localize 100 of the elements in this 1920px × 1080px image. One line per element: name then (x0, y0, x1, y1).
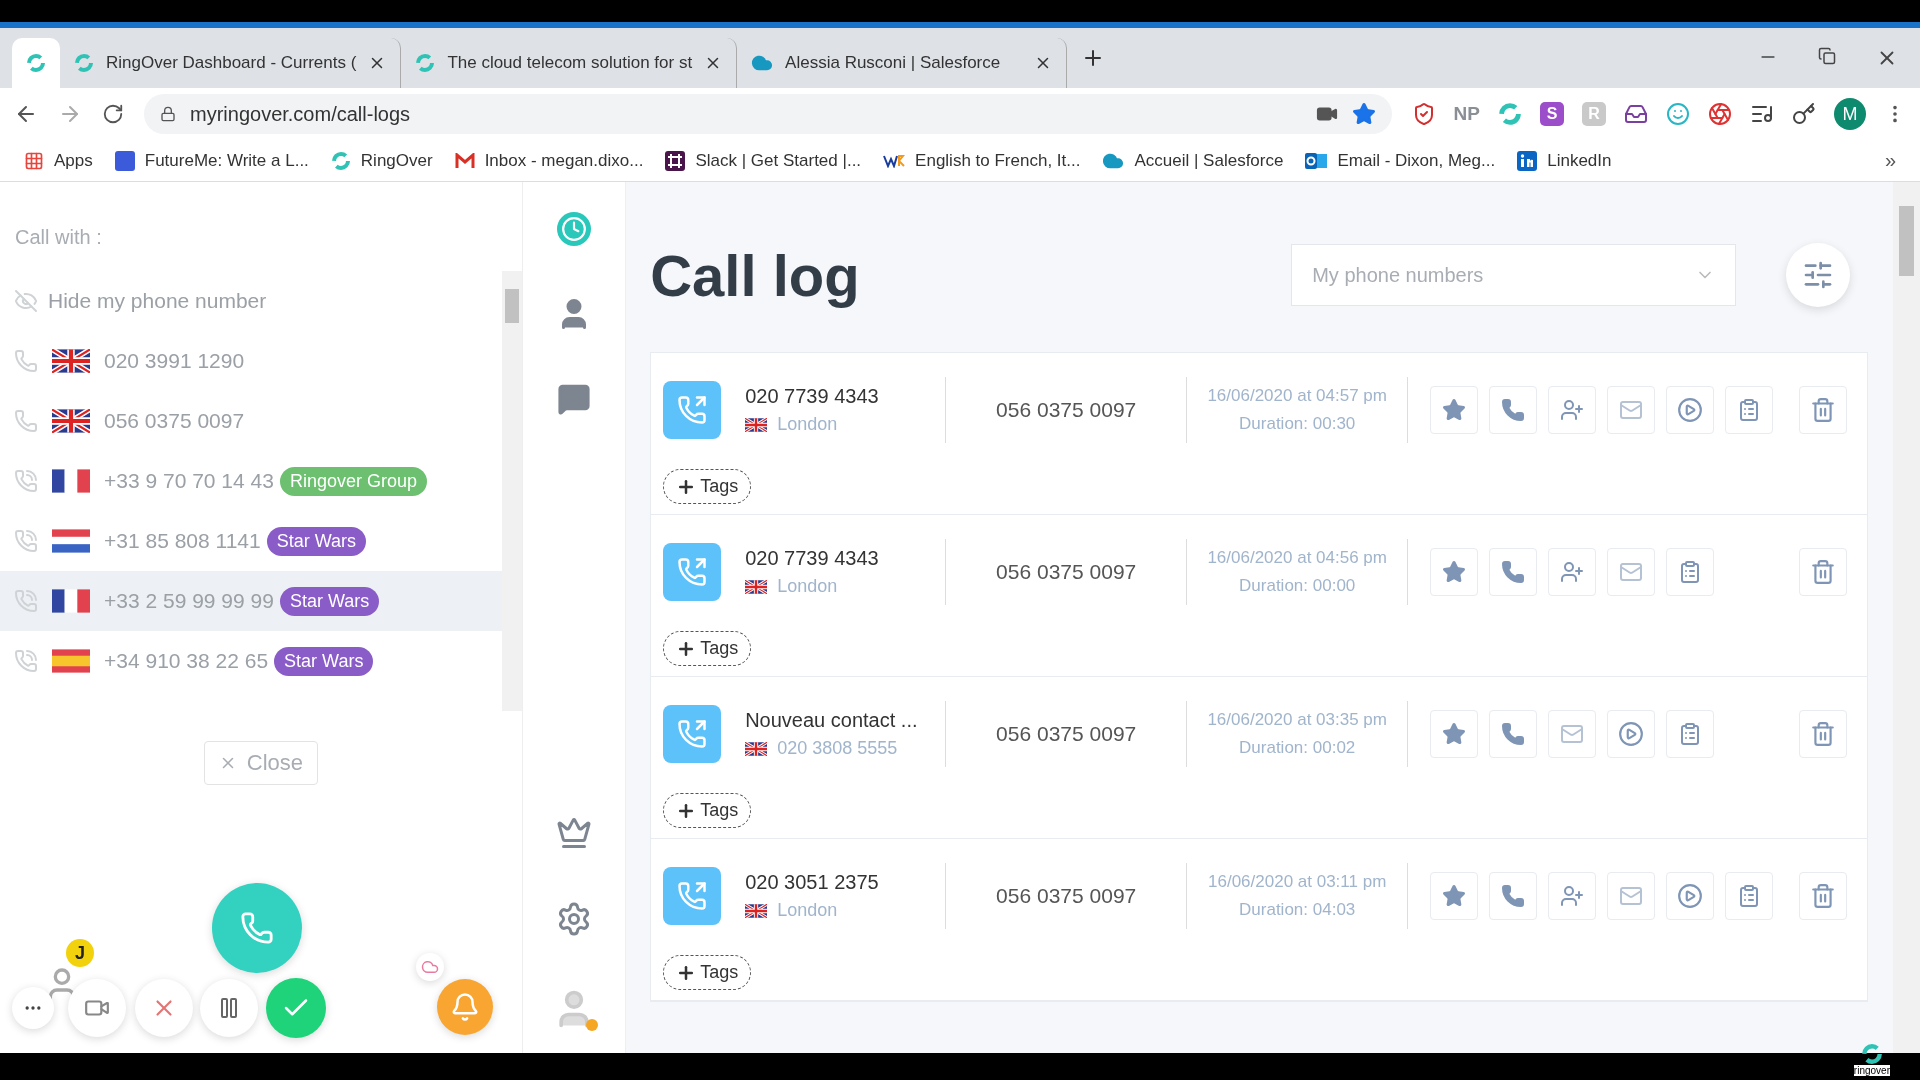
star-icon[interactable] (1442, 722, 1467, 746)
crown-icon[interactable] (556, 815, 592, 851)
play-button[interactable] (1666, 386, 1715, 434)
call-button[interactable] (1489, 872, 1538, 920)
bookmark-link[interactable]: RingOver (330, 150, 433, 171)
notes-button[interactable] (1666, 548, 1715, 596)
scrollbar[interactable] (1893, 182, 1920, 1053)
call-date: 16/06/2020 at 03:11 pm (1208, 872, 1387, 892)
trash-icon[interactable] (1810, 559, 1837, 585)
bookmark-link[interactable]: LinkedIn (1517, 150, 1612, 171)
add-tags-button[interactable]: Tags (663, 631, 752, 666)
trash-icon[interactable] (1810, 883, 1837, 909)
phone-icon[interactable] (1501, 398, 1526, 422)
add-user-icon[interactable] (1560, 884, 1585, 908)
add-contact-button[interactable] (1548, 548, 1597, 596)
cloud-button[interactable] (416, 953, 444, 981)
message-button[interactable] (1607, 386, 1656, 434)
hang-up-button[interactable] (135, 979, 193, 1037)
restore-icon[interactable] (1818, 47, 1836, 65)
reload-icon[interactable] (102, 103, 124, 125)
bookmark-link[interactable]: Email - Dixon, Meg... (1305, 150, 1496, 171)
notes-button[interactable] (1725, 872, 1774, 920)
caller-id-option[interactable]: +34 910 38 22 65 Star Wars (0, 631, 502, 691)
bookmark-link[interactable]: English to French, It... (883, 150, 1081, 171)
star-icon[interactable] (1442, 398, 1467, 422)
add-user-icon[interactable] (1560, 398, 1585, 422)
message-button[interactable] (1548, 710, 1597, 758)
phone-call-icon (14, 589, 38, 613)
bell-icon[interactable] (450, 992, 480, 1022)
play-icon[interactable] (1618, 721, 1645, 747)
trash-icon[interactable] (1810, 397, 1837, 423)
settings-icon[interactable] (556, 901, 592, 937)
phone-icon[interactable] (1501, 884, 1526, 908)
contact-detail: London (777, 576, 838, 597)
mail-icon[interactable] (1560, 722, 1585, 746)
message-button[interactable] (1607, 872, 1656, 920)
profile-avatar[interactable]: M (1834, 98, 1866, 130)
browser-tab[interactable] (12, 38, 60, 88)
phone-arrow-icon (677, 557, 708, 587)
chat-icon[interactable] (557, 382, 591, 416)
star-button[interactable] (1430, 386, 1479, 434)
contact-name: 020 3051 2375 (745, 871, 880, 894)
notes-button[interactable] (1725, 386, 1774, 434)
bookmark-link[interactable]: Slack | Get Started |... (665, 150, 862, 171)
extension-label[interactable]: S (1540, 102, 1564, 126)
call-button[interactable] (1489, 710, 1538, 758)
phone-icon[interactable] (1501, 560, 1526, 584)
add-contact-button[interactable] (1548, 872, 1597, 920)
more-bookmarks-button[interactable]: » (1884, 149, 1896, 172)
add-user-icon[interactable] (1560, 560, 1585, 584)
call-button[interactable] (1489, 386, 1538, 434)
mail-icon[interactable] (1619, 560, 1644, 584)
phone-arrow-icon (677, 395, 708, 425)
lock-icon (160, 106, 176, 122)
snooze-bell-button[interactable] (437, 979, 493, 1035)
bookmark-link[interactable]: FutureMe: Write a L... (114, 150, 309, 171)
ringover-logo-icon (330, 150, 351, 171)
add-video-button[interactable] (68, 979, 126, 1037)
play-button[interactable] (1607, 710, 1656, 758)
play-button[interactable] (1666, 872, 1715, 920)
bookmark-star-icon[interactable] (1351, 102, 1376, 126)
caller-id-option[interactable]: +31 85 808 1141 Star Wars (0, 511, 502, 571)
bookmark-link[interactable]: Accueil | Salesforce (1102, 149, 1284, 172)
hold-button[interactable] (200, 979, 258, 1037)
ringover-extension-icon[interactable] (1498, 102, 1522, 126)
delete-button[interactable] (1799, 386, 1848, 434)
smile-icon[interactable] (1666, 102, 1690, 126)
star-icon[interactable] (1442, 884, 1467, 908)
mail-icon[interactable] (1619, 398, 1644, 422)
aperture-icon[interactable] (1708, 102, 1732, 126)
message-button[interactable] (1607, 548, 1656, 596)
filter-button[interactable] (1786, 243, 1851, 307)
call-button[interactable] (1489, 548, 1538, 596)
dial-button[interactable] (212, 883, 302, 973)
add-tags-button[interactable]: Tags (663, 469, 752, 504)
address-bar[interactable]: myringover.com/call-logs (144, 94, 1392, 134)
add-tags-button[interactable]: Tags (663, 793, 752, 828)
add-contact-button[interactable] (1548, 386, 1597, 434)
phone-icon[interactable] (1501, 722, 1526, 746)
play-icon[interactable] (1677, 397, 1704, 423)
mail-icon[interactable] (1619, 884, 1644, 908)
inbox-icon[interactable] (1624, 102, 1648, 126)
star-button[interactable] (1430, 872, 1479, 920)
key-icon[interactable] (1792, 102, 1816, 126)
play-icon[interactable] (1677, 883, 1704, 909)
star-button[interactable] (1430, 548, 1479, 596)
caller-id-option[interactable]: +33 2 59 99 99 99 Star Wars (0, 571, 502, 631)
scrollbar[interactable] (501, 271, 522, 711)
star-button[interactable] (1430, 710, 1479, 758)
star-icon[interactable] (1442, 560, 1467, 584)
bookmark-link[interactable]: Apps (24, 150, 93, 171)
delete-button[interactable] (1799, 710, 1848, 758)
trash-icon[interactable] (1810, 721, 1837, 747)
add-tags-button[interactable]: Tags (663, 955, 752, 990)
delete-button[interactable] (1799, 872, 1848, 920)
notes-button[interactable] (1666, 710, 1715, 758)
answer-button[interactable] (266, 978, 326, 1038)
bookmark-link[interactable]: Inbox - megan.dixo... (454, 150, 644, 171)
cloud-icon[interactable] (421, 958, 439, 976)
delete-button[interactable] (1799, 548, 1848, 596)
